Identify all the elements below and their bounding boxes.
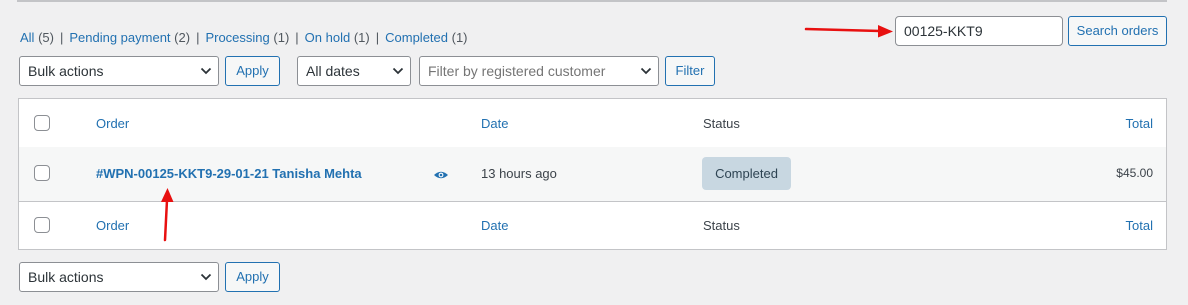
apply-button-bottom[interactable]: Apply [225,262,280,292]
order-number-link[interactable]: #WPN-00125-KKT9-29-01-21 Tanisha Mehta [96,166,362,181]
filter-processing-label[interactable]: Processing [205,30,269,45]
column-footer-status: Status [703,218,740,233]
orders-table: Order Date Status Total #WPN-00125-KKT9-… [18,98,1167,250]
separator: | [295,30,299,45]
order-date: 13 hours ago [481,166,557,181]
filter-completed-count: (1) [451,30,468,45]
chevron-down-icon [640,67,652,75]
customer-filter-placeholder: Filter by registered customer [428,63,606,79]
bulk-actions-select-value: Bulk actions [28,63,104,79]
row-checkbox[interactable] [34,165,50,181]
filter-pending-payment[interactable]: Pending payment (2) [69,30,190,45]
filter-pending-payment-label[interactable]: Pending payment [69,30,170,45]
filter-all[interactable]: All (5) [20,30,54,45]
separator: | [59,30,64,45]
column-header-order[interactable]: Order [96,116,129,131]
top-divider [17,0,1167,2]
bulk-actions-select-top[interactable]: Bulk actions [19,56,219,86]
column-header-status: Status [703,116,740,131]
eye-icon[interactable] [433,170,449,180]
customer-filter-select[interactable]: Filter by registered customer [419,56,659,86]
filter-processing-count: (1) [273,30,290,45]
column-footer-order[interactable]: Order [96,218,129,233]
table-footer-row: Order Date Status Total [19,202,1166,249]
status-badge: Completed [702,157,791,190]
column-header-date[interactable]: Date [481,116,508,131]
column-footer-total[interactable]: Total [1126,218,1153,233]
filter-pending-payment-count: (2) [174,30,191,45]
chevron-down-icon [200,273,212,281]
apply-button-top[interactable]: Apply [225,56,280,86]
bulk-actions-select-bottom[interactable]: Bulk actions [19,262,219,292]
filter-on-hold[interactable]: On hold (1) [305,30,370,45]
date-filter-select[interactable]: All dates [297,56,411,86]
filter-on-hold-label[interactable]: On hold [305,30,351,45]
separator: | [375,30,380,45]
separator: | [196,30,200,45]
order-total: $45.00 [1116,166,1153,180]
filter-on-hold-count: (1) [353,30,370,45]
annotation-arrow-search [804,25,893,38]
filter-all-label[interactable]: All [20,30,34,45]
date-filter-value: All dates [306,63,360,79]
table-row[interactable]: #WPN-00125-KKT9-29-01-21 Tanisha Mehta 1… [19,147,1166,202]
column-header-total[interactable]: Total [1126,116,1153,131]
filter-processing[interactable]: Processing (1) [205,30,289,45]
chevron-down-icon [200,67,212,75]
search-orders-input[interactable] [895,16,1063,46]
select-all-checkbox-footer[interactable] [34,217,50,233]
table-header-row: Order Date Status Total [19,99,1166,148]
select-all-checkbox[interactable] [34,115,50,131]
filter-completed[interactable]: Completed (1) [385,30,467,45]
status-filter-links: All (5) | Pending payment (2) | Processing (… [20,30,468,46]
search-orders-button[interactable]: Search orders [1068,16,1167,46]
filter-all-count: (5) [38,30,54,45]
chevron-down-icon [392,67,404,75]
filter-button[interactable]: Filter [665,56,715,86]
column-footer-date[interactable]: Date [481,218,508,233]
bulk-actions-select-value: Bulk actions [28,269,104,285]
filter-completed-label[interactable]: Completed [385,30,448,45]
